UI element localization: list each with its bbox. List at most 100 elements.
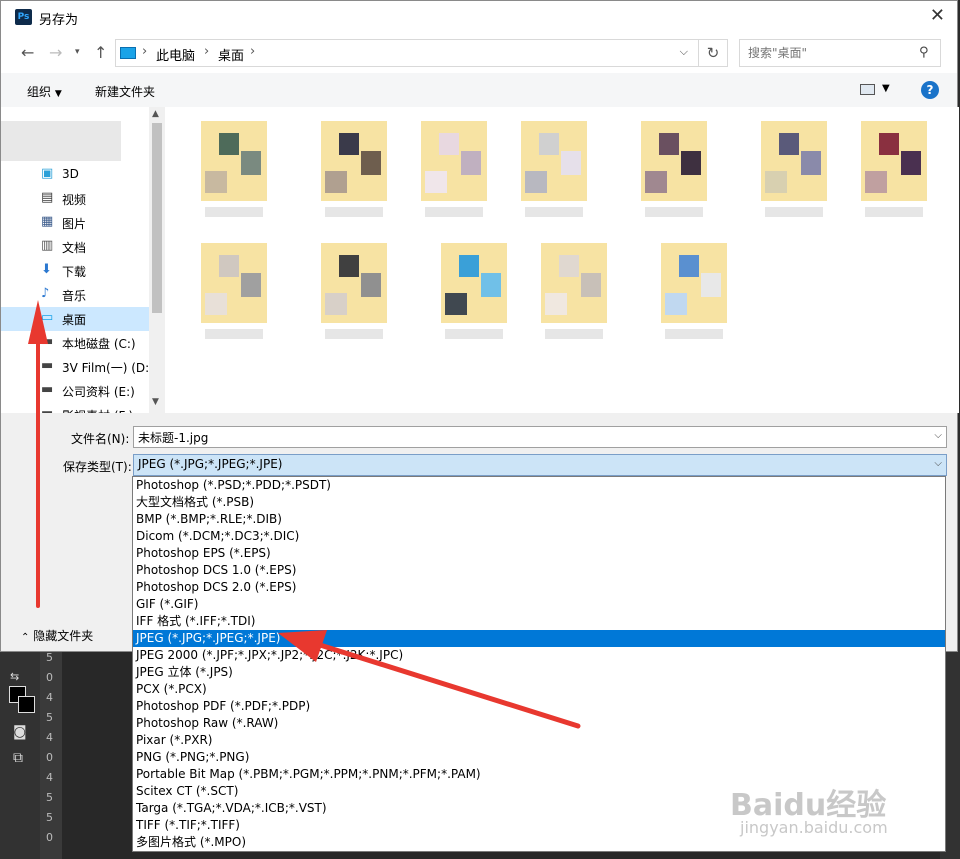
filetype-option[interactable]: JPEG 立体 (*.JPS) bbox=[133, 664, 945, 681]
background-color-swatch[interactable] bbox=[18, 696, 35, 713]
filetype-option[interactable]: IFF 格式 (*.IFF;*.TDI) bbox=[133, 613, 945, 630]
file-thumbnail[interactable] bbox=[201, 243, 267, 339]
sidebar-item-10[interactable]: ▬ 影视素材 (F:) bbox=[1, 403, 149, 414]
filetype-option[interactable]: JPEG (*.JPG;*.JPEG;*.JPE) bbox=[133, 630, 945, 647]
file-caption-blur bbox=[445, 329, 503, 339]
filename-label: 文件名(N): bbox=[71, 432, 130, 446]
thumbnail-block bbox=[241, 151, 261, 175]
filetype-select[interactable]: JPEG (*.JPG;*.JPEG;*.JPE) ⌵ bbox=[133, 454, 947, 476]
organize-label: 组织 bbox=[27, 85, 52, 99]
close-button[interactable]: ✕ bbox=[930, 5, 945, 26]
ruler-number: 4 bbox=[46, 771, 53, 784]
file-thumbnail[interactable] bbox=[861, 121, 927, 217]
filetype-option[interactable]: Photoshop DCS 1.0 (*.EPS) bbox=[133, 562, 945, 579]
photoshop-logo-icon: Ps bbox=[15, 9, 32, 25]
thumbnail-block bbox=[879, 133, 899, 155]
vertical-ruler: 5 0 4 5 4 0 4 5 5 0 bbox=[40, 640, 62, 859]
chevron-down-icon[interactable]: ⌵ bbox=[934, 458, 942, 469]
back-arrow-icon[interactable]: ← bbox=[21, 43, 34, 62]
file-thumbnail[interactable] bbox=[201, 121, 267, 217]
thumbnail-block bbox=[219, 133, 239, 155]
desktop-icon: ▭ bbox=[41, 310, 54, 325]
thumbnail-block bbox=[459, 255, 479, 277]
sidebar-item-1[interactable]: ▤ 视频 bbox=[1, 187, 149, 211]
file-thumbnail[interactable] bbox=[761, 121, 827, 217]
breadcrumb-this-pc[interactable]: 此电脑 bbox=[156, 45, 195, 64]
filetype-option[interactable]: 大型文档格式 (*.PSB) bbox=[133, 494, 945, 511]
chevron-right-icon[interactable]: › bbox=[250, 44, 255, 59]
file-thumbnail[interactable] bbox=[321, 121, 387, 217]
file-thumbnail[interactable] bbox=[441, 243, 507, 339]
file-caption-blur bbox=[665, 329, 723, 339]
view-options-icon[interactable] bbox=[860, 84, 875, 95]
sidebar-item-label: 影视素材 (F:) bbox=[62, 407, 133, 413]
thumbnail-block bbox=[581, 273, 601, 297]
new-folder-button[interactable]: 新建文件夹 bbox=[95, 83, 155, 100]
filetype-option[interactable]: BMP (*.BMP;*.RLE;*.DIB) bbox=[133, 511, 945, 528]
filetype-option[interactable]: Photoshop PDF (*.PDF;*.PDP) bbox=[133, 698, 945, 715]
hide-folders-toggle[interactable]: ⌃ 隐藏文件夹 bbox=[21, 627, 93, 644]
file-caption-blur bbox=[325, 207, 383, 217]
chevron-right-icon[interactable]: › bbox=[204, 44, 209, 59]
sidebar-item-2[interactable]: ▦ 图片 bbox=[1, 211, 149, 235]
file-thumbnail[interactable] bbox=[641, 121, 707, 217]
thumbnail-block bbox=[241, 273, 261, 297]
recent-dropdown-icon[interactable]: ▾ bbox=[75, 47, 80, 57]
file-thumbnail[interactable] bbox=[521, 121, 587, 217]
filetype-option[interactable]: GIF (*.GIF) bbox=[133, 596, 945, 613]
filetype-option[interactable]: JPEG 2000 (*.JPF;*.JPX;*.JP2;*.J2C;*.J2K… bbox=[133, 647, 945, 664]
filetype-option[interactable]: Photoshop EPS (*.EPS) bbox=[133, 545, 945, 562]
filetype-option[interactable]: PNG (*.PNG;*.PNG) bbox=[133, 749, 945, 766]
quick-mask-icon[interactable]: ◙ bbox=[13, 724, 27, 740]
thumbnail-block bbox=[779, 133, 799, 155]
search-icon: ⚲ bbox=[919, 45, 929, 60]
forward-arrow-icon[interactable]: → bbox=[49, 43, 62, 62]
sidebar-item-5[interactable]: ♪ 音乐 bbox=[1, 283, 149, 307]
file-thumbnail[interactable] bbox=[661, 243, 727, 339]
breadcrumb[interactable]: › 此电脑 › 桌面 › ⌵ bbox=[115, 39, 699, 67]
file-thumbnail[interactable] bbox=[541, 243, 607, 339]
up-arrow-icon[interactable]: ↑ bbox=[94, 43, 107, 62]
sidebar-item-6[interactable]: ▭ 桌面 bbox=[1, 307, 149, 331]
sidebar-item-3[interactable]: ▥ 文档 bbox=[1, 235, 149, 259]
sidebar-item-0[interactable]: ▣ 3D bbox=[1, 163, 149, 187]
search-input[interactable] bbox=[739, 39, 941, 67]
chevron-right-icon[interactable]: › bbox=[142, 44, 147, 59]
drive-icon: ▬ bbox=[41, 334, 54, 349]
filetype-option[interactable]: Photoshop DCS 2.0 (*.EPS) bbox=[133, 579, 945, 596]
filetype-option[interactable]: Dicom (*.DCM;*.DC3;*.DIC) bbox=[133, 528, 945, 545]
file-thumbnail[interactable] bbox=[421, 121, 487, 217]
filename-value: 未标题-1.jpg bbox=[138, 431, 209, 445]
thumbnail-block bbox=[545, 293, 567, 315]
sidebar-item-7[interactable]: ▬ 本地磁盘 (C:) bbox=[1, 331, 149, 355]
sidebar-item-8[interactable]: ▬ 3V Film(一) (D:) bbox=[1, 355, 154, 379]
sidebar-item-4[interactable]: ⬇ 下载 bbox=[1, 259, 149, 283]
thumbnail-block bbox=[339, 255, 359, 277]
refresh-button[interactable]: ↻ bbox=[698, 39, 728, 67]
thumbnail-block bbox=[681, 151, 701, 175]
chevron-down-icon[interactable]: ⌵ bbox=[934, 430, 942, 441]
nav-scrollbar[interactable]: ▲ ▼ bbox=[149, 107, 165, 413]
ruler-number: 5 bbox=[46, 791, 53, 804]
filetype-option[interactable]: Pixar (*.PXR) bbox=[133, 732, 945, 749]
scroll-down-icon[interactable]: ▼ bbox=[152, 397, 159, 407]
screen-mode-icon[interactable]: ⧉ bbox=[13, 750, 23, 766]
file-thumbnail[interactable] bbox=[321, 243, 387, 339]
scroll-up-icon[interactable]: ▲ bbox=[152, 109, 159, 119]
chevron-down-icon[interactable]: ⌵ bbox=[680, 45, 688, 59]
caret-down-icon[interactable]: ▼ bbox=[882, 83, 890, 94]
organize-menu-button[interactable]: 组织 ▼ bbox=[27, 83, 62, 100]
breadcrumb-desktop[interactable]: 桌面 bbox=[218, 45, 244, 64]
filetype-option[interactable]: Photoshop (*.PSD;*.PDD;*.PSDT) bbox=[133, 477, 945, 494]
filetype-option[interactable]: Photoshop Raw (*.RAW) bbox=[133, 715, 945, 732]
help-button[interactable]: ? bbox=[921, 81, 939, 99]
filename-input[interactable]: 未标题-1.jpg ⌵ bbox=[133, 426, 947, 448]
sidebar-item-9[interactable]: ▬ 公司资料 (E:) bbox=[1, 379, 149, 403]
thumbnail-block bbox=[445, 293, 467, 315]
filetype-option[interactable]: PCX (*.PCX) bbox=[133, 681, 945, 698]
thumbnail-block bbox=[361, 273, 381, 297]
thumbnail-block bbox=[561, 151, 581, 175]
file-caption-blur bbox=[645, 207, 703, 217]
scroll-thumb[interactable] bbox=[152, 123, 162, 313]
swap-colors-icon[interactable]: ⇆ bbox=[10, 670, 19, 683]
